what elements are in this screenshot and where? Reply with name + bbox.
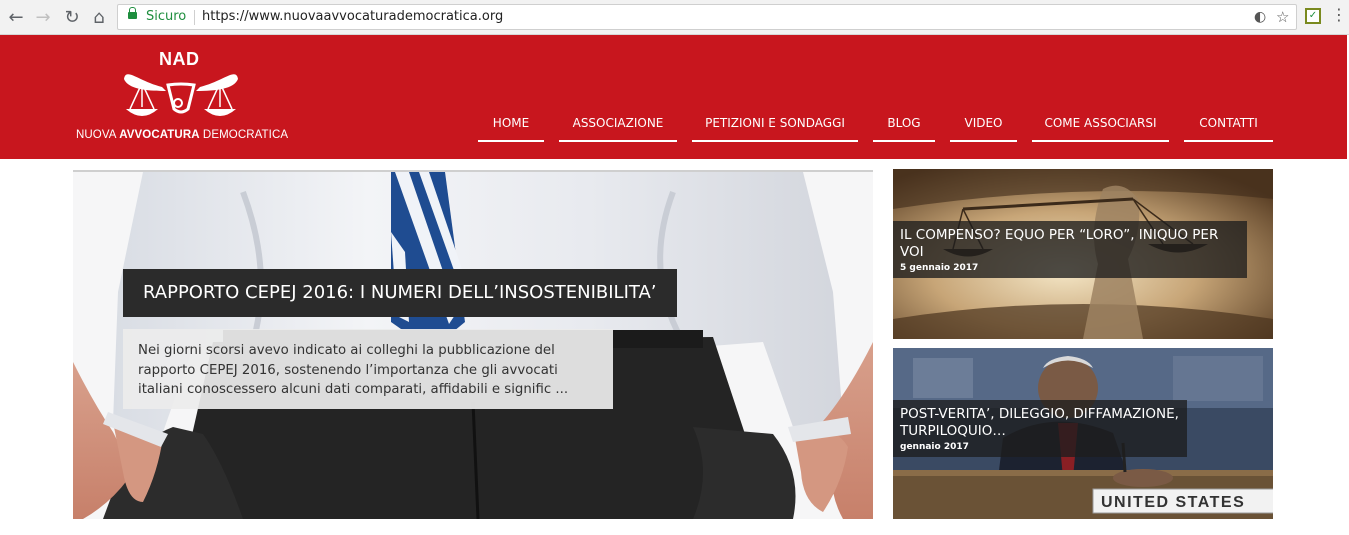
logo-name-prefix: NUOVA (76, 129, 120, 141)
lock-icon (128, 7, 137, 19)
nav-item-contatti[interactable]: CONTATTI (1184, 116, 1273, 142)
featured-post[interactable]: RAPPORTO CEPEJ 2016: I NUMERI DELL’INSOS… (73, 172, 873, 519)
side-post-2-title[interactable]: POST-VERITA’, DILEGGIO, DIFFAMAZIONE, TU… (900, 406, 1181, 440)
featured-post-title[interactable]: RAPPORTO CEPEJ 2016: I NUMERI DELL’INSOS… (123, 269, 677, 317)
side-post-2-caption: POST-VERITA’, DILEGGIO, DIFFAMAZIONE, TU… (893, 400, 1187, 457)
nav-item-video[interactable]: VIDEO (950, 116, 1017, 142)
nav-item-come-associarsi[interactable]: COME ASSOCIARSI (1032, 116, 1169, 142)
extension-icon[interactable]: ✓ (1305, 8, 1321, 24)
nav-item-home[interactable]: HOME (478, 116, 544, 142)
nav-item-associazione[interactable]: ASSOCIAZIONE (559, 116, 677, 142)
browser-toolbar: ← → ↻ ⌂ Sicuro https://www.nuovaavvocatu… (0, 0, 1349, 35)
address-separator (194, 10, 195, 25)
back-arrow-icon[interactable]: ← (4, 5, 28, 29)
browser-menu-icon[interactable]: ⋮ (1331, 7, 1347, 23)
scales-of-justice-icon (124, 74, 238, 116)
translate-icon[interactable]: ◐ (1254, 9, 1266, 25)
logo-name-suffix: DEMOCRATICA (199, 129, 289, 141)
reload-icon[interactable]: ↻ (60, 5, 84, 29)
side-post-1-caption: IL COMPENSO? EQUO PER “LORO”, INIQUO PER… (893, 221, 1247, 278)
side-post-2[interactable]: UNITED STATES POST-VERITA’, DILEGGIO, DI… (893, 348, 1273, 519)
home-icon[interactable]: ⌂ (87, 5, 111, 29)
logo-name: NUOVA AVVOCATURA DEMOCRATICA (76, 129, 288, 141)
address-bar[interactable]: Sicuro https://www.nuovaavvocaturademocr… (117, 4, 1297, 30)
side-post-2-date: gennaio 2017 (900, 442, 969, 452)
bookmark-star-icon[interactable]: ☆ (1276, 8, 1289, 26)
logo-name-bold: AVVOCATURA (119, 129, 200, 141)
secure-label: Sicuro (146, 9, 187, 24)
site-header: NAD NUOVA AVVOCATURA DEMOCRATICA HOME AS… (0, 35, 1347, 159)
forward-arrow-icon[interactable]: → (31, 5, 55, 29)
side-post-1-title[interactable]: IL COMPENSO? EQUO PER “LORO”, INIQUO PER… (900, 227, 1241, 261)
nav-item-petizioni-e-sondaggi[interactable]: PETIZIONI E SONDAGGI (692, 116, 858, 142)
united-states-placard-text: UNITED STATES (1101, 494, 1245, 511)
side-post-1[interactable]: IL COMPENSO? EQUO PER “LORO”, INIQUO PER… (893, 169, 1273, 339)
featured-post-excerpt: Nei giorni scorsi avevo indicato ai coll… (123, 329, 613, 409)
url-text[interactable]: https://www.nuovaavvocaturademocratica.o… (202, 9, 503, 24)
nav-item-blog[interactable]: BLOG (873, 116, 935, 142)
site-logo[interactable]: NAD NUOVA AVVOCATURA DEMOCRATICA (76, 47, 296, 147)
side-post-1-date: 5 gennaio 2017 (900, 263, 979, 273)
